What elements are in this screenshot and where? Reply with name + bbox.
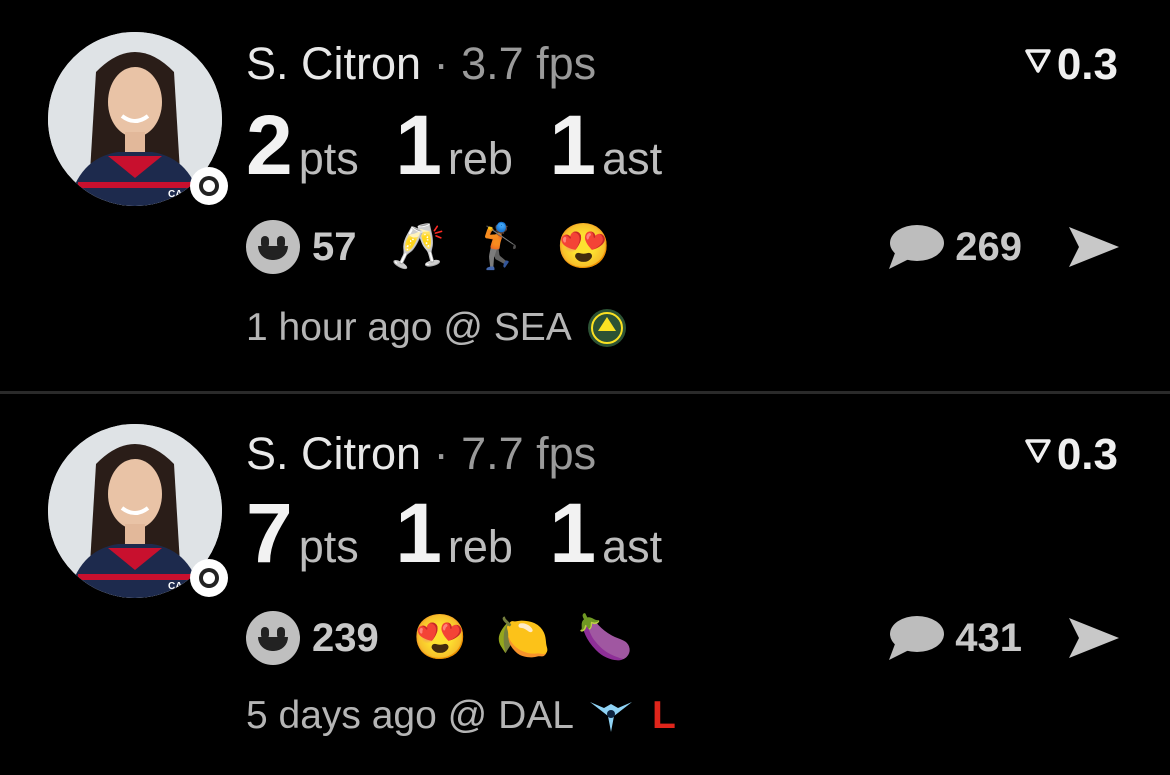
reactions-row[interactable]: 239 😍 🍋 🍆 — [246, 610, 661, 666]
downvote-triangle-icon[interactable] — [1025, 47, 1051, 73]
dallas-wings-logo-icon — [589, 702, 632, 732]
player-name-line[interactable]: S. Citron · 3.7 fps — [246, 38, 596, 90]
player-name[interactable]: S. Citron — [246, 38, 421, 89]
stat-points: 7 pts — [246, 491, 359, 575]
game-time-opponent: 1 hour ago @ SEA — [246, 306, 572, 349]
downvote-triangle-icon[interactable] — [1025, 437, 1051, 463]
stat-points: 2 pts — [246, 103, 359, 187]
separator: · — [433, 38, 449, 89]
comment-bubble-icon — [889, 616, 945, 660]
comments-button[interactable]: 431 — [887, 610, 1022, 666]
game-info[interactable]: 1 hour ago @ SEA — [246, 306, 646, 350]
fantasy-points: 3.7 fps — [461, 38, 597, 89]
vote-score[interactable]: 0.3 — [1025, 40, 1118, 90]
stat-assists: 1 ast — [549, 491, 662, 575]
stat-value: 7 — [246, 486, 293, 580]
reaction-emoji[interactable]: 😍 — [556, 225, 611, 269]
svg-text:CA: CA — [168, 581, 182, 592]
share-send-icon[interactable] — [1066, 223, 1122, 271]
stat-line: 2 pts 1 reb 1 ast — [246, 103, 694, 187]
separator: · — [433, 428, 449, 479]
stat-value: 1 — [549, 98, 597, 192]
game-time-opponent: 5 days ago @ DAL — [246, 694, 574, 737]
team-badge-icon — [190, 167, 228, 205]
score-value: 0.3 — [1056, 40, 1118, 89]
stat-value: 2 — [246, 98, 293, 192]
stat-unit: reb — [447, 133, 513, 184]
reaction-emoji[interactable]: 🥂 — [391, 225, 446, 269]
stat-rebounds: 1 reb — [395, 491, 513, 575]
post-card[interactable]: CA S. Citron · 7.7 fps 0.3 7 pts 1 reb 1 as… — [0, 394, 1170, 775]
stat-value: 1 — [395, 486, 442, 580]
stat-unit: ast — [602, 521, 663, 572]
fantasy-points: 7.7 fps — [461, 428, 597, 479]
player-name[interactable]: S. Citron — [246, 428, 421, 479]
add-reaction-icon[interactable] — [246, 220, 300, 274]
stat-unit: ast — [602, 133, 663, 184]
comment-count: 431 — [955, 615, 1022, 660]
add-reaction-icon[interactable] — [246, 611, 300, 665]
svg-text:CA: CA — [168, 189, 182, 200]
share-send-icon[interactable] — [1066, 614, 1122, 662]
reaction-count: 239 — [312, 615, 379, 660]
stat-assists: 1 ast — [549, 103, 662, 187]
score-value: 0.3 — [1056, 430, 1118, 479]
stat-unit: pts — [298, 133, 359, 184]
post-card[interactable]: CA S. Citron · 3.7 fps 0.3 2 pts 1 reb 1 as… — [0, 0, 1170, 392]
reaction-emoji[interactable]: 🏌️ — [473, 225, 528, 269]
game-result: L — [651, 694, 676, 737]
reaction-emoji[interactable]: 🍋 — [496, 616, 551, 660]
stat-value: 1 — [549, 486, 597, 580]
comment-bubble-icon — [889, 225, 945, 269]
comments-button[interactable]: 269 — [887, 219, 1022, 275]
stat-unit: reb — [447, 521, 513, 572]
comment-count: 269 — [955, 224, 1022, 269]
seattle-storm-logo-icon — [587, 309, 626, 347]
reactions-row[interactable]: 57 🥂 🏌️ 😍 — [246, 219, 639, 275]
stat-line: 7 pts 1 reb 1 ast — [246, 491, 694, 575]
reaction-count: 57 — [312, 224, 357, 269]
team-badge-icon — [190, 559, 228, 597]
game-info[interactable]: 5 days ago @ DAL L — [246, 694, 676, 738]
stat-unit: pts — [298, 521, 359, 572]
player-name-line[interactable]: S. Citron · 7.7 fps — [246, 428, 596, 480]
reaction-emoji[interactable]: 😍 — [413, 616, 468, 660]
reaction-emoji[interactable]: 🍆 — [578, 616, 633, 660]
vote-score[interactable]: 0.3 — [1025, 430, 1118, 480]
stat-value: 1 — [395, 98, 442, 192]
stat-rebounds: 1 reb — [395, 103, 513, 187]
